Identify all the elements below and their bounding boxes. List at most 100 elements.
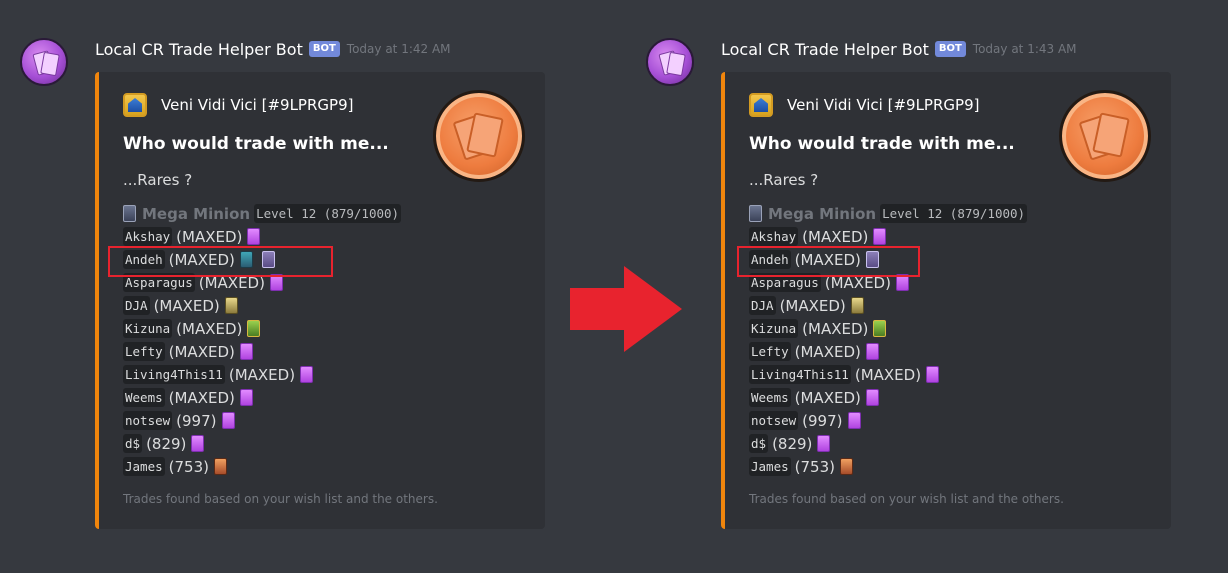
purple-card-icon	[873, 228, 887, 245]
message-header: Local CR Trade Helper Bot BOT Today at 1…	[721, 38, 1077, 60]
purple-card-icon	[247, 228, 261, 245]
list-item: James (753)	[123, 455, 401, 478]
purple-card-icon	[221, 412, 235, 429]
list-item: notsew (997)	[123, 409, 401, 432]
list-item: Weems (MAXED)	[749, 386, 1027, 409]
player-status: (MAXED)	[794, 342, 861, 361]
green-card-icon	[247, 320, 261, 337]
list-item: Lefty (MAXED)	[123, 340, 401, 363]
list-item: d$ (829)	[749, 432, 1027, 455]
player-status: (MAXED)	[802, 227, 869, 246]
player-name: James	[749, 457, 791, 476]
embed: Veni Vidi Vici [#9LPRGP9] Who would trad…	[721, 72, 1171, 529]
bot-avatar[interactable]	[20, 38, 68, 86]
mega-minion-card-icon	[123, 205, 136, 222]
player-status: (MAXED)	[153, 296, 220, 315]
username[interactable]: Local CR Trade Helper Bot	[721, 40, 929, 59]
arrow-right-icon	[570, 266, 682, 352]
embed-footer: Trades found based on your wish list and…	[749, 492, 1064, 506]
list-item: notsew (997)	[749, 409, 1027, 432]
player-name: d$	[123, 434, 143, 453]
embed-footer: Trades found based on your wish list and…	[123, 492, 438, 506]
purple-card-icon	[865, 343, 879, 360]
highlight-box-before	[108, 246, 333, 277]
embed-title: Who would trade with me...	[749, 134, 1015, 154]
player-status: (MAXED)	[794, 388, 861, 407]
player-name: Lefty	[123, 342, 165, 361]
message-header: Local CR Trade Helper Bot BOT Today at 1…	[95, 38, 451, 60]
player-name: Weems	[749, 388, 791, 407]
player-name: Akshay	[123, 227, 173, 246]
green-card-icon	[873, 320, 887, 337]
purple-card-icon	[300, 366, 314, 383]
player-name: notsew	[123, 411, 173, 430]
list-item: Kizuna (MAXED)	[749, 317, 1027, 340]
card-name: Mega Minion	[768, 204, 877, 223]
card-heading-row: Mega Minion Level 12 (879/1000)	[123, 202, 402, 225]
list-item: James (753)	[749, 455, 1027, 478]
player-name: Living4This11	[123, 365, 225, 384]
list-item: Living4This11 (MAXED)	[123, 363, 401, 386]
player-status: (829)	[146, 434, 187, 453]
embed-thumbnail[interactable]	[1059, 90, 1151, 182]
player-status: (MAXED)	[176, 319, 243, 338]
embed-author: Veni Vidi Vici [#9LPRGP9]	[123, 93, 353, 117]
mega-minion-card-icon	[749, 205, 762, 222]
embed-title: Who would trade with me...	[123, 134, 389, 154]
embed-author-name: Veni Vidi Vici [#9LPRGP9]	[787, 96, 980, 114]
player-status: (753)	[168, 457, 209, 476]
list-item: d$ (829)	[123, 432, 401, 455]
player-status: (753)	[794, 457, 835, 476]
list-item: Akshay (MAXED)	[123, 225, 401, 248]
player-status: (MAXED)	[779, 296, 846, 315]
orange-card-icon	[839, 458, 853, 475]
card-level: Level 12 (879/1000)	[254, 204, 402, 223]
list-item: Weems (MAXED)	[123, 386, 401, 409]
purple-card-icon	[239, 343, 253, 360]
player-status: (MAXED)	[854, 365, 922, 384]
player-name: Weems	[123, 388, 165, 407]
player-name: Kizuna	[123, 319, 173, 338]
player-status: (MAXED)	[802, 319, 869, 338]
list-item: DJA (MAXED)	[123, 294, 401, 317]
yellow-card-icon	[850, 297, 864, 314]
card-heading-row: Mega Minion Level 12 (879/1000)	[749, 202, 1028, 225]
player-status: (997)	[802, 411, 843, 430]
timestamp[interactable]: Today at 1:43 AM	[973, 42, 1077, 56]
player-name: Akshay	[749, 227, 799, 246]
purple-card-icon	[865, 389, 879, 406]
player-name: Living4This11	[749, 365, 851, 384]
bot-avatar[interactable]	[646, 38, 694, 86]
timestamp[interactable]: Today at 1:42 AM	[347, 42, 451, 56]
player-name: Lefty	[749, 342, 791, 361]
card-name: Mega Minion	[142, 204, 251, 223]
player-status: (997)	[176, 411, 217, 430]
embed-description: ...Rares ?	[749, 171, 819, 189]
embed-author: Veni Vidi Vici [#9LPRGP9]	[749, 93, 979, 117]
player-name: DJA	[749, 296, 776, 315]
player-name: James	[123, 457, 165, 476]
purple-card-icon	[817, 435, 831, 452]
purple-card-icon	[847, 412, 861, 429]
player-status: (829)	[772, 434, 813, 453]
clan-badge-icon	[749, 93, 773, 117]
player-status: (MAXED)	[176, 227, 243, 246]
purple-card-icon	[239, 389, 253, 406]
username[interactable]: Local CR Trade Helper Bot	[95, 40, 303, 59]
yellow-card-icon	[224, 297, 238, 314]
card-level: Level 12 (879/1000)	[880, 204, 1028, 223]
player-name: DJA	[123, 296, 150, 315]
trade-list: Mega Minion Level 12 (879/1000) Akshay (M…	[749, 202, 1028, 478]
bot-tag: BOT	[308, 41, 340, 57]
clan-badge-icon	[123, 93, 147, 117]
list-item: Living4This11 (MAXED)	[749, 363, 1027, 386]
embed-description: ...Rares ?	[123, 171, 193, 189]
purple-card-icon	[191, 435, 205, 452]
list-item: DJA (MAXED)	[749, 294, 1027, 317]
embed-thumbnail[interactable]	[433, 90, 525, 182]
embed-author-name: Veni Vidi Vici [#9LPRGP9]	[161, 96, 354, 114]
list-item: Kizuna (MAXED)	[123, 317, 401, 340]
player-status: (MAXED)	[228, 365, 296, 384]
list-item: Lefty (MAXED)	[749, 340, 1027, 363]
player-name: Kizuna	[749, 319, 799, 338]
